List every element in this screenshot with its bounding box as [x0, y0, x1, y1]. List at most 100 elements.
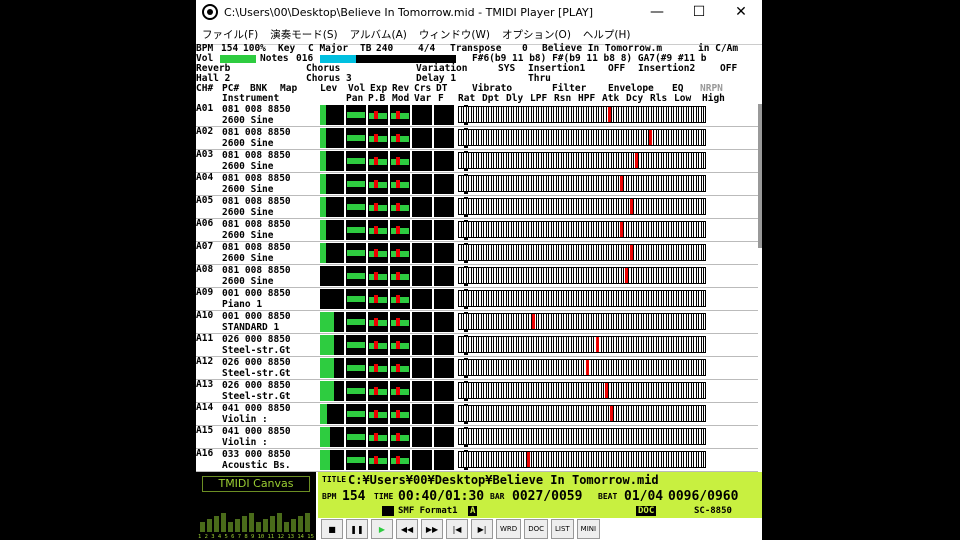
channel-row[interactable]: A13 026 000 8850 Steel-str.Gt [196, 380, 758, 403]
module-value: SC-8850 [694, 506, 732, 516]
meter-fill [347, 457, 365, 463]
col-f: F [438, 93, 444, 104]
meter-fill [347, 135, 365, 141]
meter-fill [347, 296, 365, 302]
controller-meter [346, 289, 366, 309]
controller-meter [390, 197, 410, 217]
channel-row[interactable]: A01 081 008 8850 2600 Sine [196, 104, 758, 127]
menu-play-mode[interactable]: 演奏モード(S) [270, 27, 337, 42]
level-meter [320, 105, 344, 125]
meter-marker [396, 364, 400, 372]
insertion2-label: Insertion2 [638, 63, 696, 74]
channel-row[interactable]: A11 026 000 8850 Steel-str.Gt [196, 334, 758, 357]
meter-fill [347, 250, 365, 256]
fast-forward-button[interactable]: ▶▶ [421, 519, 443, 539]
channel-row[interactable]: A10 001 000 8850 STANDARD 1 [196, 311, 758, 334]
channel-row[interactable]: A07 081 008 8850 2600 Sine [196, 242, 758, 265]
controller-meter [368, 427, 388, 447]
keyboard [458, 198, 706, 215]
controller-meter [346, 197, 366, 217]
wrd-button[interactable]: WRD [496, 519, 522, 539]
channel-row[interactable]: A08 081 008 8850 2600 Sine [196, 265, 758, 288]
channel-instrument: 081 008 8850 2600 Sine [222, 127, 318, 149]
next-track-button[interactable]: ▶| [471, 519, 493, 539]
scrollbar-thumb[interactable] [758, 104, 762, 248]
channel-instrument: 041 000 8850 Violin : [222, 403, 318, 425]
doc-button[interactable]: DOC [524, 519, 548, 539]
meter-value: 4/4 [418, 43, 436, 54]
keyboard [458, 175, 706, 192]
controller-meter [390, 450, 410, 470]
controller-meter [412, 358, 432, 378]
channel-instrument: 041 000 8850 Violin : [222, 426, 318, 448]
channel-instrument: 026 000 8850 Steel-str.Gt [222, 357, 318, 379]
meter-marker [396, 456, 400, 464]
channel-row[interactable]: A14 041 000 8850 Violin : [196, 403, 758, 426]
active-note [629, 245, 633, 260]
stop-button[interactable]: ■ [321, 519, 343, 539]
menu-help[interactable]: ヘルプ(H) [583, 27, 631, 42]
notes-label: Notes [260, 53, 289, 64]
controller-meter [368, 358, 388, 378]
active-note [620, 176, 624, 191]
menu-window[interactable]: ウィンドウ(W) [419, 27, 490, 42]
channel-row[interactable]: A06 081 008 8850 2600 Sine [196, 219, 758, 242]
meter-fill [369, 389, 387, 395]
key-value: C Major [308, 43, 349, 54]
channel-row[interactable]: A05 081 008 8850 2600 Sine [196, 196, 758, 219]
canvas-channel-bar [284, 522, 289, 532]
menu-file[interactable]: ファイル(F) [202, 27, 258, 42]
controller-meter [434, 335, 454, 355]
instrument-name: Violin : [222, 437, 268, 448]
channel-row[interactable]: A02 081 008 8850 2600 Sine [196, 127, 758, 150]
channel-instrument: 081 008 8850 2600 Sine [222, 150, 318, 172]
meter-marker [396, 341, 400, 349]
meter-fill [369, 251, 387, 257]
menu-options[interactable]: オプション(O) [502, 27, 571, 42]
col-mod: Mod [392, 93, 410, 104]
controller-meter [346, 220, 366, 240]
level-meter [320, 197, 344, 217]
app-icon [202, 4, 218, 20]
channel-row[interactable]: A04 081 008 8850 2600 Sine [196, 173, 758, 196]
mini-button[interactable]: MINI [576, 519, 601, 539]
meter-fill [391, 182, 409, 188]
channel-row[interactable]: A12 026 000 8850 Steel-str.Gt [196, 357, 758, 380]
active-note [634, 153, 638, 168]
controller-meter [434, 381, 454, 401]
meter-marker [374, 111, 378, 119]
pause-button[interactable]: ❚❚ [346, 519, 368, 539]
canvas-channel-bar [242, 516, 247, 532]
controller-meter [412, 289, 432, 309]
controller-meter [368, 243, 388, 263]
col-dcy: Dcy [626, 93, 644, 104]
list-button[interactable]: LIST [550, 519, 574, 539]
level-meter [320, 450, 344, 470]
channel-row[interactable]: A09 001 000 8850 Piano 1 [196, 288, 758, 311]
menu-album[interactable]: アルバム(A) [350, 27, 407, 42]
controller-meter [434, 358, 454, 378]
meter-marker [396, 272, 400, 280]
channel-number: A01 [196, 103, 214, 114]
level-meter [320, 289, 344, 309]
notes-meter [320, 55, 356, 63]
controller-meter [412, 197, 432, 217]
minimize-button[interactable]: — [636, 0, 678, 24]
info-bpm: 154 [342, 489, 366, 504]
level-fill [320, 174, 326, 194]
close-button[interactable]: ✕ [720, 0, 762, 24]
channel-row[interactable]: A15 041 000 8850 Violin : [196, 426, 758, 449]
play-button[interactable]: ▶ [371, 519, 393, 539]
doc-indicator: DOC [636, 506, 657, 516]
meter-marker [374, 318, 378, 326]
meter-fill [369, 366, 387, 372]
channel-number: A04 [196, 172, 214, 183]
insertion1-type: Thru [528, 73, 551, 84]
channel-row[interactable]: A03 081 008 8850 2600 Sine [196, 150, 758, 173]
channel-row[interactable]: A16 033 000 8850 Acoustic Bs. [196, 449, 758, 472]
rewind-button[interactable]: ◀◀ [396, 519, 418, 539]
maximize-button[interactable]: ☐ [678, 0, 720, 24]
controller-meter [434, 128, 454, 148]
previous-track-button[interactable]: |◀ [446, 519, 468, 539]
controller-meter [390, 312, 410, 332]
